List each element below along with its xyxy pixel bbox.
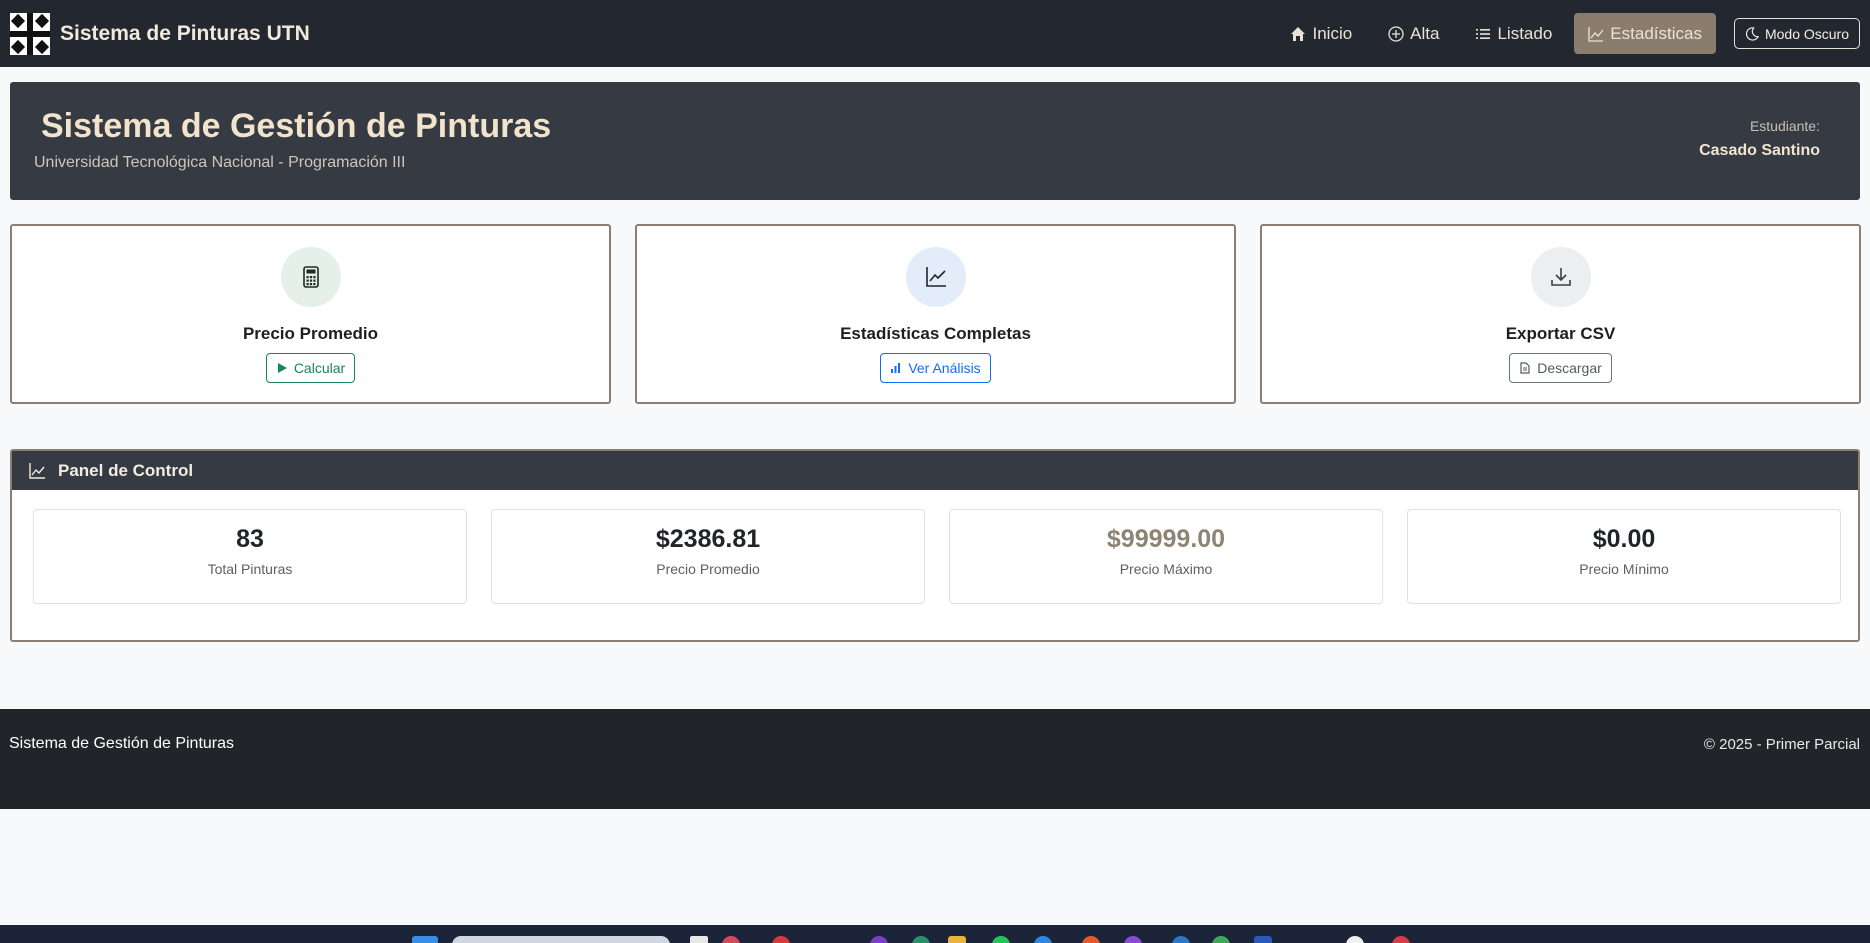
dark-mode-button[interactable]: Modo Oscuro [1733, 18, 1860, 49]
nav-links: Inicio Alta Listado Estadísticas Modo Os… [1276, 13, 1860, 54]
taskbar-app-icon[interactable] [1082, 936, 1100, 943]
play-icon [277, 363, 287, 373]
stat-total-pinturas: 83 Total Pinturas [33, 509, 467, 604]
calculator-icon [302, 266, 319, 288]
stat-label: Precio Máximo [1119, 561, 1213, 577]
home-icon [1291, 26, 1306, 41]
descargar-label: Descargar [1537, 360, 1602, 376]
dark-mode-label: Modo Oscuro [1764, 25, 1849, 42]
taskbar-app-icon[interactable] [870, 936, 888, 943]
footer-copyright: © 2025 - Primer Parcial [1703, 736, 1860, 753]
calcular-button[interactable]: Calcular [265, 353, 356, 383]
taskbar-app-icon[interactable] [722, 936, 740, 943]
student-info: Estudiante: Casado Santino [1699, 118, 1820, 160]
stat-label: Precio Mínimo [1579, 561, 1669, 577]
chart-line-icon [925, 267, 946, 287]
panel-title: Panel de Control [58, 460, 194, 480]
utn-logo-icon [10, 12, 50, 55]
descargar-button[interactable]: Descargar [1509, 353, 1612, 383]
start-icon[interactable] [412, 936, 438, 943]
taskbar-app-icon[interactable] [912, 936, 930, 943]
taskbar-app-icon[interactable] [1254, 936, 1272, 943]
moon-icon [1745, 26, 1759, 41]
calcular-label: Calcular [293, 360, 346, 376]
stat-precio-promedio: $2386.81 Precio Promedio [491, 509, 925, 604]
ver-analisis-button[interactable]: Ver Análisis [880, 353, 991, 383]
taskbar-app-icon[interactable] [1124, 936, 1142, 943]
ver-analisis-label: Ver Análisis [908, 360, 981, 376]
chart-line-icon [29, 462, 45, 479]
card-icon-circle [905, 247, 966, 307]
page-title: Sistema de Gestión de Pinturas [41, 107, 552, 145]
os-taskbar [0, 925, 1870, 943]
taskbar-app-icon[interactable] [948, 936, 966, 943]
footer: Sistema de Gestión de Pinturas © 2025 - … [0, 709, 1870, 809]
brand-title: Sistema de Pinturas UTN [60, 21, 310, 45]
taskbar-app-icon[interactable] [1346, 936, 1364, 943]
stat-value: 83 [236, 525, 264, 553]
taskbar-search-icon[interactable] [452, 936, 670, 943]
student-name: Casado Santino [1699, 142, 1820, 159]
taskbar-app-icon[interactable] [1212, 936, 1230, 943]
file-icon [1520, 362, 1530, 374]
nav-link-label: Alta [1410, 23, 1440, 43]
nav-link-label: Inicio [1312, 23, 1353, 43]
taskbar-app-icon[interactable] [1172, 936, 1190, 943]
list-icon [1476, 28, 1491, 39]
taskbar-app-icon[interactable] [690, 936, 708, 943]
page-subtitle: Universidad Tecnológica Nacional - Progr… [34, 154, 406, 171]
card-estadisticas-completas: Estadísticas Completas Ver Análisis [635, 224, 1236, 404]
brand[interactable]: Sistema de Pinturas UTN [10, 12, 310, 55]
stat-value: $0.00 [1592, 525, 1656, 553]
card-precio-promedio: Precio Promedio Calcular [10, 224, 611, 404]
stat-precio-maximo: $99999.00 Precio Máximo [949, 509, 1383, 604]
navbar: Sistema de Pinturas UTN Inicio Alta List… [0, 0, 1870, 67]
nav-link-label: Estadísticas [1610, 23, 1702, 43]
card-icon-circle [1530, 247, 1591, 307]
card-title: Precio Promedio [242, 324, 379, 343]
stat-value: $99999.00 [1106, 525, 1226, 553]
card-title: Estadísticas Completas [840, 324, 1031, 343]
card-exportar-csv: Exportar CSV Descargar [1260, 224, 1861, 404]
bar-chart-icon [891, 363, 901, 373]
stat-label: Total Pinturas [207, 561, 293, 577]
panel-header: Panel de Control [12, 451, 1858, 490]
taskbar-app-icon[interactable] [1034, 936, 1052, 943]
taskbar-app-icon[interactable] [772, 936, 790, 943]
stat-precio-minimo: $0.00 Precio Mínimo [1407, 509, 1841, 604]
control-panel: Panel de Control 83 Total Pinturas $2386… [10, 449, 1860, 642]
card-title: Exportar CSV [1505, 324, 1616, 343]
chart-line-icon [1588, 26, 1604, 42]
card-icon-circle [280, 247, 341, 307]
nav-link-estadisticas[interactable]: Estadísticas [1574, 13, 1716, 54]
stat-label: Precio Promedio [656, 561, 760, 577]
student-label: Estudiante: [1749, 118, 1820, 134]
nav-link-inicio[interactable]: Inicio [1276, 13, 1366, 54]
taskbar-app-icon[interactable] [1392, 936, 1410, 943]
stat-value: $2386.81 [655, 525, 761, 553]
nav-link-alta[interactable]: Alta [1374, 13, 1453, 54]
plus-circle-icon [1388, 25, 1404, 42]
footer-title: Sistema de Gestión de Pinturas [9, 735, 235, 752]
nav-link-label: Listado [1497, 23, 1553, 43]
download-icon [1550, 268, 1571, 286]
nav-link-listado[interactable]: Listado [1461, 13, 1566, 54]
header-banner: Sistema de Gestión de Pinturas Universid… [10, 82, 1860, 200]
taskbar-app-icon[interactable] [992, 936, 1010, 943]
